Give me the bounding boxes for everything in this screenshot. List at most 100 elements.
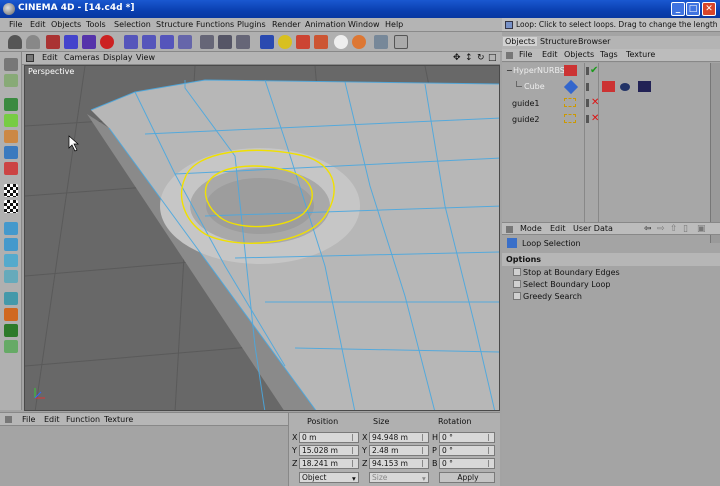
visibility-dots-icon[interactable] — [586, 67, 589, 75]
menu-tools[interactable]: Tools — [86, 20, 106, 29]
object-row-cube[interactable]: Cube — [502, 79, 720, 95]
menu-selection[interactable]: Selection — [114, 20, 151, 29]
tab-structure[interactable]: Structure — [540, 37, 577, 46]
bodypaint-icon[interactable] — [4, 340, 18, 353]
object-name[interactable]: Cube — [524, 82, 545, 91]
move-icon[interactable] — [64, 35, 78, 49]
menu-structure[interactable]: Structure — [156, 20, 193, 29]
use-texture-axis-icon[interactable] — [4, 114, 18, 127]
om-menu-tags[interactable]: Tags — [600, 50, 618, 59]
menu-plugins[interactable]: Plugins — [237, 20, 266, 29]
pos-y-field[interactable]: 15.028 m — [299, 445, 359, 456]
array-icon[interactable] — [314, 35, 328, 49]
menu-file[interactable]: File — [9, 20, 22, 29]
menu-functions[interactable]: Functions — [196, 20, 234, 29]
attr-menu-user-data[interactable]: User Data — [573, 224, 613, 233]
coordinate-system-icon[interactable] — [178, 35, 192, 49]
object-list-scrollbar[interactable] — [710, 63, 720, 243]
use-object-tool-icon[interactable] — [4, 74, 18, 87]
object-name[interactable]: HyperNURBS — [513, 66, 565, 75]
coordinate-mode-select[interactable]: Object ▾ — [299, 472, 359, 483]
locked-workplane-icon[interactable] — [4, 270, 18, 283]
mat-menu-texture[interactable]: Texture — [104, 415, 133, 424]
pos-z-field[interactable]: 18.241 m — [299, 458, 359, 469]
om-menu-texture[interactable]: Texture — [626, 50, 655, 59]
size-z-field[interactable]: 94.153 m — [369, 458, 429, 469]
x-axis-icon[interactable] — [124, 35, 138, 49]
use-texture-tool-icon[interactable] — [4, 98, 18, 111]
use-point-tool-icon[interactable] — [4, 130, 18, 143]
axis-icon[interactable] — [4, 222, 18, 235]
use-edge-tool-icon[interactable] — [4, 146, 18, 159]
om-menu-edit[interactable]: Edit — [542, 50, 558, 59]
rot-p-field[interactable]: 0 ° — [439, 445, 495, 456]
scale-view-icon[interactable]: ↕ — [465, 53, 473, 63]
render-settings-icon[interactable] — [236, 35, 250, 49]
mat-menu-function[interactable]: Function — [66, 415, 100, 424]
sculpt-icon[interactable] — [4, 308, 18, 321]
scene-icon[interactable] — [352, 35, 366, 49]
redo-icon[interactable] — [26, 35, 40, 49]
move-view-icon[interactable]: ✥ — [453, 53, 461, 63]
phong-tag-icon[interactable] — [620, 83, 630, 91]
om-menu-objects[interactable]: Objects — [564, 50, 594, 59]
tab-objects[interactable]: Objects — [503, 37, 538, 46]
soft-selection-icon[interactable] — [4, 292, 18, 305]
y-axis-icon[interactable] — [142, 35, 156, 49]
spline-icon[interactable] — [278, 35, 292, 49]
mat-menu-file[interactable]: File — [22, 415, 35, 424]
menu-help[interactable]: Help — [385, 20, 403, 29]
apply-button[interactable]: Apply — [439, 472, 495, 483]
disabled-x-icon[interactable]: ✕ — [591, 97, 599, 108]
live-selection-icon[interactable] — [46, 35, 60, 49]
visibility-dots-icon[interactable] — [586, 115, 589, 123]
up-arrow-icon[interactable]: ⇧ — [670, 224, 678, 234]
tab-browser[interactable]: Browser — [578, 37, 610, 46]
nurbs-icon[interactable] — [296, 35, 310, 49]
texture-tag-icon[interactable] — [602, 81, 615, 92]
maximize-button[interactable]: □ — [686, 2, 700, 16]
workplane-icon[interactable] — [4, 254, 18, 267]
object-name[interactable]: guide2 — [512, 115, 539, 124]
help-icon[interactable] — [394, 35, 408, 49]
toggle-view-icon[interactable]: □ — [488, 53, 497, 63]
cube-primitive-icon[interactable] — [260, 35, 274, 49]
back-arrow-icon[interactable]: ⇦ — [644, 224, 652, 234]
object-row-guide2[interactable]: guide2 ✕ — [502, 113, 720, 125]
snap-icon[interactable] — [4, 238, 18, 251]
3d-scene[interactable] — [25, 66, 500, 411]
new-window-icon[interactable]: ▣ — [697, 224, 706, 234]
checker-icon[interactable] — [4, 184, 18, 197]
use-model-tool-icon[interactable] — [4, 58, 18, 71]
rot-b-field[interactable]: 0 ° — [439, 458, 495, 469]
paint-icon[interactable] — [4, 324, 18, 337]
menu-render[interactable]: Render — [272, 20, 300, 29]
enabled-check-icon[interactable]: ✔ — [590, 65, 598, 76]
render-view-icon[interactable] — [200, 35, 214, 49]
visibility-dots-icon[interactable] — [586, 83, 589, 91]
rot-h-field[interactable]: 0 ° — [439, 432, 495, 443]
forward-arrow-icon[interactable]: ⇨ — [657, 224, 665, 234]
render-picture-icon[interactable] — [218, 35, 232, 49]
z-axis-icon[interactable] — [160, 35, 174, 49]
size-x-field[interactable]: 94.948 m — [369, 432, 429, 443]
om-menu-file[interactable]: File — [519, 50, 532, 59]
rotate-view-icon[interactable]: ↻ — [477, 53, 485, 63]
size-mode-select[interactable]: Size ▾ — [369, 472, 429, 483]
rotate-icon[interactable] — [100, 35, 114, 49]
viewport-menu-view[interactable]: View — [136, 53, 155, 62]
greedy-search-checkbox[interactable] — [513, 292, 521, 300]
disabled-x-icon[interactable]: ✕ — [591, 113, 599, 124]
tweak-icon[interactable] — [4, 200, 18, 213]
menu-animation[interactable]: Animation — [305, 20, 346, 29]
pos-x-field[interactable]: 0 m — [299, 432, 359, 443]
attr-menu-edit[interactable]: Edit — [550, 224, 566, 233]
use-polygon-tool-icon[interactable] — [4, 162, 18, 175]
object-name[interactable]: guide1 — [512, 99, 539, 108]
help-pointer-icon[interactable] — [374, 35, 388, 49]
size-y-field[interactable]: 2.48 m — [369, 445, 429, 456]
attr-menu-mode[interactable]: Mode — [520, 224, 542, 233]
menu-window[interactable]: Window — [348, 20, 380, 29]
deformer-icon[interactable] — [334, 35, 348, 49]
visibility-dots-icon[interactable] — [586, 99, 589, 107]
